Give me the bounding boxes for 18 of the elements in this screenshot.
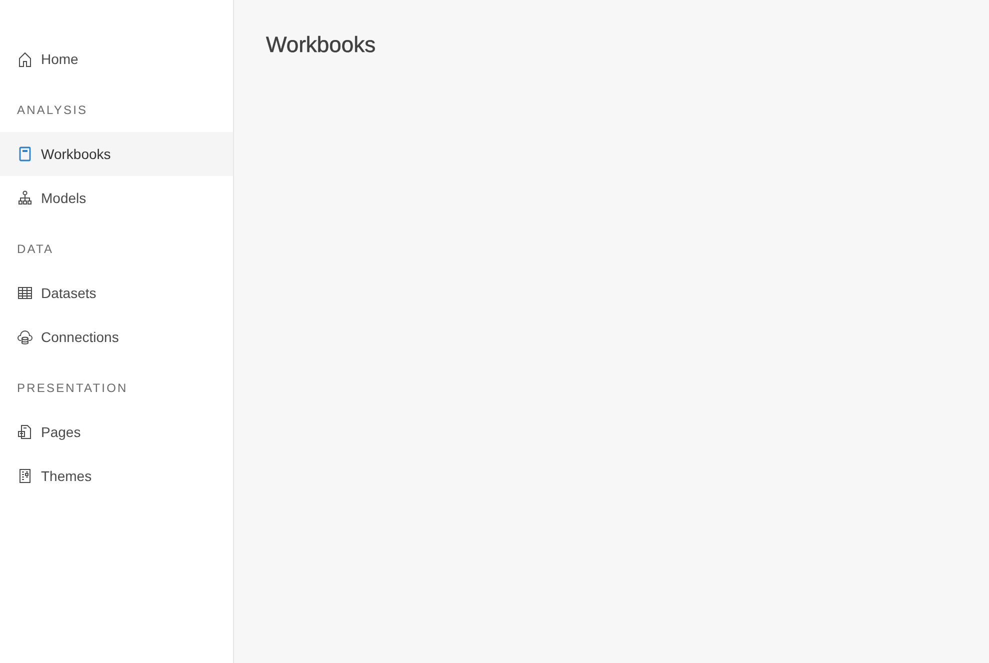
page-title: Workbooks (266, 32, 377, 58)
cloud-database-icon (17, 329, 33, 345)
nav-item[interactable]: Pages (0, 410, 233, 454)
section-heading: PRESENTATION (17, 381, 129, 395)
nav-item[interactable]: Home (0, 37, 233, 81)
home-icon (17, 51, 33, 67)
nav-item[interactable]: Datasets (0, 271, 233, 315)
section-heading: DATA (17, 242, 55, 256)
nav-item[interactable]: Workbooks (0, 132, 233, 176)
nav-item[interactable]: Connections (0, 315, 233, 359)
nav-item[interactable]: Models (0, 176, 233, 220)
theme-grid-icon (17, 468, 33, 484)
nav-item[interactable]: Themes (0, 454, 233, 498)
document-icon (17, 424, 33, 440)
section-heading: ANALYSIS (17, 103, 89, 117)
hierarchy-icon (17, 190, 33, 206)
table-icon (17, 285, 33, 301)
book-icon (17, 146, 33, 162)
